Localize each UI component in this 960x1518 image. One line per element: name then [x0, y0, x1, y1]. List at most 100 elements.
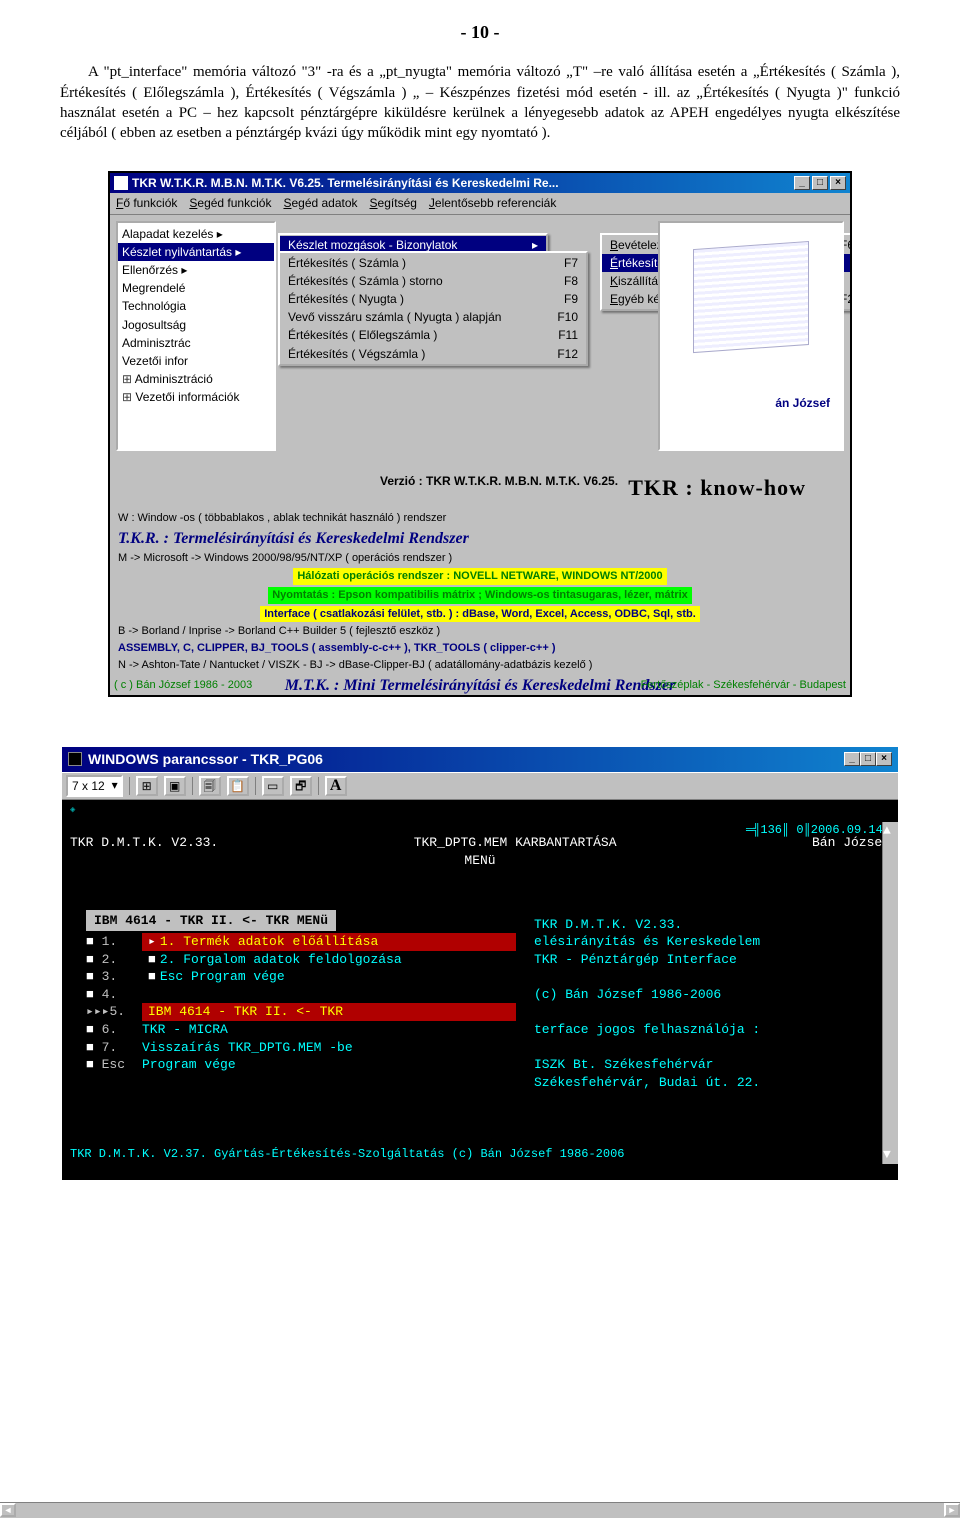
info-line: terface jogos felhasználója : — [534, 1021, 874, 1039]
tkr-heading: TKR : know-how — [628, 473, 806, 503]
tb-btn-1[interactable]: ⊞ — [136, 776, 158, 796]
window-title: TKR W.T.K.R. M.B.N. M.T.K. V6.25. Termel… — [132, 175, 794, 191]
tree-item[interactable]: Vezetői infor — [118, 352, 274, 370]
cmd-icon — [68, 752, 82, 766]
info-network: Hálózati operációs rendszer : NOVELL NET… — [293, 568, 666, 585]
dos-left-menu[interactable]: IBM 4614 - TKR II. <- TKR MENü ■ 1.▸1. T… — [86, 910, 516, 1074]
tb-font-icon[interactable]: A — [325, 776, 347, 796]
dos-info-panel: TKR D.M.T.K. V2.33.elésirányítás és Kere… — [534, 916, 874, 1091]
tb-copy-icon[interactable]: 🗐 — [199, 776, 221, 796]
function-tree[interactable]: Alapadat kezelés ▸Készlet nyilvántartás … — [116, 221, 276, 451]
app-icon — [114, 176, 128, 190]
dos-footer: TKR D.M.T.K. V2.37. Gyártás-Értékesítés-… — [70, 1146, 890, 1162]
submenu-2[interactable]: Értékesítés ( Számla )F7Értékesítés ( Sz… — [278, 251, 588, 366]
dos-maximize-button[interactable]: □ — [860, 752, 876, 766]
dos-minimize-button[interactable]: _ — [844, 752, 860, 766]
maximize-button[interactable]: □ — [812, 176, 828, 190]
app-window: TKR W.T.K.R. M.B.N. M.T.K. V6.25. Termel… — [108, 171, 852, 696]
tree-item[interactable]: Adminisztrác — [118, 334, 274, 352]
info-tkr-title: T.K.R. : Termelésirányítási és Kereskede… — [118, 528, 842, 550]
info-interface: Interface ( csatlakozási felület, stb. )… — [260, 606, 700, 623]
minimize-button[interactable]: _ — [794, 176, 810, 190]
tree-item[interactable]: Adminisztráció — [118, 370, 274, 388]
author-name: Bán József — [812, 834, 890, 852]
document-graphic — [693, 241, 809, 353]
tb-btn-2[interactable]: ▣ — [164, 776, 186, 796]
menu-item[interactable]: Segítség — [370, 195, 417, 211]
dos-menu-item[interactable]: ■ 4. — [86, 986, 516, 1004]
info-line — [534, 968, 874, 986]
info-line: TKR D.M.T.K. V2.33. — [534, 916, 874, 934]
scroll-up-icon[interactable]: ▲ — [883, 822, 898, 840]
tree-item[interactable]: Technológia — [118, 297, 274, 315]
tree-item[interactable]: Ellenőrzés ▸ — [118, 261, 274, 279]
menu-item[interactable]: Vevő visszáru számla ( Nyugta ) alapjánF… — [280, 308, 586, 326]
menubar: Fő funkciók Segéd funkciók Segéd adatok Seg… — [110, 193, 850, 214]
info-line — [534, 1039, 874, 1057]
dos-menu-item[interactable]: ■ EscProgram vége — [86, 1056, 516, 1074]
dos-menu-item[interactable]: ■ 7.Visszaírás TKR_DPTG.MEM -be — [86, 1039, 516, 1057]
dos-titlebar: WINDOWS parancssor - TKR_PG06 _ □ × — [62, 747, 898, 772]
vertical-scrollbar[interactable]: ▲ ▼ — [882, 822, 898, 1164]
gem-icon: ◈ — [70, 804, 75, 816]
locations: Fertőszéplak - Székesfehérvár - Budapest — [641, 678, 846, 693]
screen-title: TKR_DPTG.MEM KARBANTARTÁSA — [414, 834, 617, 852]
page-number: - 10 - — [60, 20, 900, 44]
horizontal-scrollbar[interactable]: ◄ ► — [0, 1502, 960, 1518]
info-block: W : Window -os ( többablakos , ablak tec… — [110, 505, 850, 695]
illustrative-image — [658, 221, 844, 451]
prog-ver: TKR D.M.T.K. V2.33. — [70, 834, 218, 852]
info-m: M -> Microsoft -> Windows 2000/98/95/NT/… — [118, 551, 842, 566]
info-tools: ASSEMBLY, C, CLIPPER, BJ_TOOLS ( assembl… — [118, 641, 842, 656]
tb-fullscreen-icon[interactable]: ▭ — [262, 776, 284, 796]
tb-props-icon[interactable]: 🗗 — [290, 776, 312, 796]
info-n: N -> Ashton-Tate / Nantucket / VISZK - B… — [118, 658, 842, 673]
tree-item[interactable]: Jogosultság — [118, 316, 274, 334]
menu-item[interactable]: Értékesítés ( Nyugta )F9 — [280, 290, 586, 308]
menu-item[interactable]: Értékesítés ( Számla )F7 — [280, 254, 586, 272]
dos-menu-item[interactable]: ■ 3.■Esc Program vége — [86, 968, 516, 986]
tree-item[interactable]: Alapadat kezelés ▸ — [118, 225, 274, 243]
dos-menu-item[interactable]: ▸▸▸5.IBM 4614 - TKR II. <- TKR — [86, 1003, 516, 1021]
menu-item[interactable]: Jelentősebb referenciák — [429, 195, 556, 211]
info-line — [534, 1003, 874, 1021]
tree-item[interactable]: Vezetői információk — [118, 388, 274, 406]
copyright: ( c ) Bán József 1986 - 2003 — [114, 678, 252, 693]
menu-label: MENü — [62, 852, 898, 870]
dos-toolbar: 7 x 12 ⊞ ▣ 🗐 📋 ▭ 🗗 A — [62, 772, 898, 800]
titlebar: TKR W.T.K.R. M.B.N. M.T.K. V6.25. Termel… — [110, 173, 850, 193]
dos-menu-item[interactable]: ■ 1.▸1. Termék adatok előállítása — [86, 933, 516, 951]
version-line: Verzió : TKR W.T.K.R. M.B.N. M.T.K. V6.2… — [380, 473, 618, 489]
menu-item[interactable]: Fő funkciók — [116, 195, 177, 211]
info-line: (c) Bán József 1986-2006 — [534, 986, 874, 1004]
info-line: elésirányítás és Kereskedelem — [534, 933, 874, 951]
dos-menu-item[interactable]: ■ 2.■2. Forgalom adatok feldolgozása — [86, 951, 516, 969]
author-fragment: án József — [775, 395, 830, 411]
menu-item[interactable]: Értékesítés ( Végszámla )F12 — [280, 345, 586, 363]
info-printing: Nyomtatás : Epson kompatibilis mátrix ; … — [268, 587, 692, 604]
tree-item[interactable]: Megrendelé — [118, 279, 274, 297]
scroll-left-icon[interactable]: ◄ — [0, 1503, 16, 1517]
font-size-combo[interactable]: 7 x 12 — [66, 775, 123, 797]
info-line: TKR - Pénztárgép Interface — [534, 951, 874, 969]
scroll-right-icon[interactable]: ► — [944, 1503, 960, 1517]
info-borland: B -> Borland / Inprise -> Borland C++ Bu… — [118, 624, 842, 639]
menu-item[interactable]: Segéd funkciók — [189, 195, 271, 211]
dos-window: WINDOWS parancssor - TKR_PG06 _ □ × 7 x … — [62, 747, 898, 1180]
dos-title: WINDOWS parancssor - TKR_PG06 — [88, 750, 844, 769]
info-w: W : Window -os ( többablakos , ablak tec… — [118, 511, 842, 526]
dos-menu-item[interactable]: ■ 6.TKR - MICRA — [86, 1021, 516, 1039]
dos-screen: ◈ ═╣136║ 0║2006.09.14╠ TKR D.M.T.K. V2.3… — [62, 800, 898, 1180]
tree-item[interactable]: Készlet nyilvántartás ▸ — [118, 243, 274, 261]
dos-submenu-title: IBM 4614 - TKR II. <- TKR MENü — [86, 910, 336, 932]
body-paragraph: A "pt_interface" memória változó "3" -ra… — [60, 62, 900, 143]
menu-item[interactable]: Segéd adatok — [283, 195, 357, 211]
close-button[interactable]: × — [830, 176, 846, 190]
dos-close-button[interactable]: × — [876, 752, 892, 766]
tb-paste-icon[interactable]: 📋 — [227, 776, 249, 796]
info-line: ISZK Bt. Székesfehérvár — [534, 1056, 874, 1074]
menu-item[interactable]: Értékesítés ( Számla ) stornoF8 — [280, 272, 586, 290]
info-line: Székesfehérvár, Budai út. 22. — [534, 1074, 874, 1092]
menu-item[interactable]: Értékesítés ( Előlegszámla )F11 — [280, 326, 586, 344]
scroll-down-icon[interactable]: ▼ — [883, 1146, 898, 1164]
